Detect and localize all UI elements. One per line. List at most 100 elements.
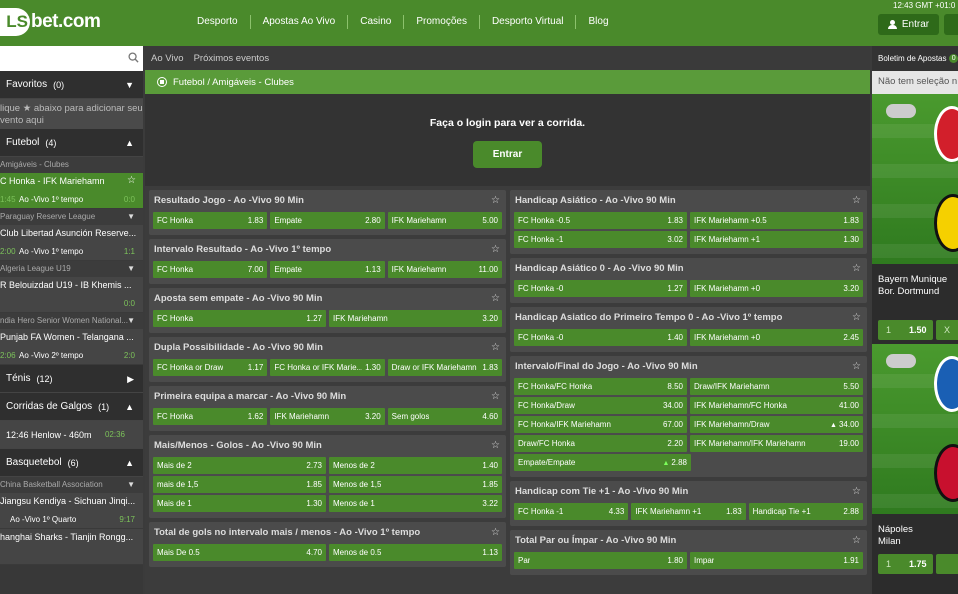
market-title[interactable]: Handicap Asiatico do Primeiro Tempo 0 - … bbox=[514, 307, 863, 329]
search-icon[interactable] bbox=[128, 52, 139, 63]
chevron-down-icon[interactable]: ▼ bbox=[125, 80, 134, 90]
chevron-right-icon[interactable]: ▶ bbox=[127, 374, 134, 385]
logo[interactable]: LS bet.com bbox=[0, 8, 101, 36]
nav-apostas-ao-vivo[interactable]: Apostas Ao Vivo bbox=[251, 15, 349, 29]
odd-button[interactable]: Mais De 0.5 4.70 bbox=[153, 544, 326, 561]
promo-odd-button[interactable]: 1 1.50 bbox=[878, 320, 933, 340]
star-icon[interactable]: ☆ bbox=[127, 175, 136, 186]
sidebar-sport-futebol[interactable]: Futebol (4) ▲ bbox=[0, 129, 143, 157]
market-title[interactable]: Handicap Asiático 0 - Ao -Vivo 90 Min bbox=[514, 258, 863, 280]
odd-button[interactable]: FC Honka 1.27 bbox=[153, 310, 326, 327]
market-title[interactable]: Handicap com Tie +1 - Ao -Vivo 90 Min bbox=[514, 481, 863, 503]
odd-button[interactable]: IFK Mariehamn/Draw ▲ 34.00 bbox=[690, 416, 863, 433]
odd-button[interactable]: FC Honka or IFK Marie... 1.30 bbox=[270, 359, 385, 376]
odd-button[interactable]: IFK Mariehamn +0 2.45 bbox=[690, 329, 863, 346]
sidebar-favorites-header[interactable]: Favoritos (0) ▼ bbox=[0, 71, 143, 99]
odd-button[interactable]: Menos de 2 1.40 bbox=[329, 457, 502, 474]
odd-button[interactable]: FC Honka -0 1.27 bbox=[514, 280, 687, 297]
tab-ao-vivo[interactable]: Ao Vivo bbox=[151, 53, 184, 64]
market-title[interactable]: Total de gols no intervalo mais / menos … bbox=[153, 522, 502, 544]
market-title[interactable]: Intervalo/Final do Jogo - Ao -Vivo 90 Mi… bbox=[514, 356, 863, 378]
market-title[interactable]: Intervalo Resultado - Ao -Vivo 1º tempo bbox=[153, 239, 502, 261]
nav-desporto-virtual[interactable]: Desporto Virtual bbox=[480, 15, 577, 29]
chevron-up-icon[interactable]: ▲ bbox=[125, 458, 134, 468]
odd-button[interactable]: Empate 2.80 bbox=[270, 212, 385, 229]
star-icon[interactable]: ☆ bbox=[852, 361, 861, 372]
nav-promocoes[interactable]: Promoções bbox=[404, 15, 480, 29]
greyhound-race[interactable]: 12:46 Henlow - 460m 02:36 bbox=[0, 421, 143, 449]
tab-proximos-eventos[interactable]: Próximos eventos bbox=[194, 53, 270, 64]
promo-odd-button[interactable]: X bbox=[936, 320, 958, 340]
odd-button[interactable]: FC Honka -1 3.02 bbox=[514, 231, 687, 248]
promo-odd-button[interactable]: 1 1.75 bbox=[878, 554, 933, 574]
market-title[interactable]: Aposta sem empate - Ao -Vivo 90 Min bbox=[153, 288, 502, 310]
sidebar-sport-basquetebol[interactable]: Basquetebol (6) ▲ bbox=[0, 449, 143, 477]
odd-button[interactable]: IFK Mariehamn +1 1.30 bbox=[690, 231, 863, 248]
odd-button[interactable]: FC Honka/Draw 34.00 bbox=[514, 397, 687, 414]
register-button[interactable] bbox=[944, 14, 958, 35]
market-title[interactable]: Total Par ou Ímpar - Ao -Vivo 90 Min bbox=[514, 530, 863, 552]
odd-button[interactable]: Draw/IFK Mariehamn 5.50 bbox=[690, 378, 863, 395]
sidebar-sport-tenis[interactable]: Ténis (12) ▶ bbox=[0, 365, 143, 393]
odd-button[interactable]: Draw or IFK Mariehamn 1.83 bbox=[387, 359, 502, 376]
market-title[interactable]: Dupla Possibilidade - Ao -Vivo 90 Min bbox=[153, 337, 502, 359]
star-icon[interactable]: ☆ bbox=[491, 527, 500, 538]
list-item[interactable]: Club Libertad Asunción Reserve... 2:00 A… bbox=[0, 225, 143, 261]
odd-button[interactable]: IFK Mariehamn/IFK Mariehamn 19.00 bbox=[690, 435, 863, 452]
odd-button[interactable]: IFK Mariehamn +0.5 1.83 bbox=[690, 212, 863, 229]
list-item[interactable]: R Belouizdad U19 - IB Khemis ... 0:0 bbox=[0, 277, 143, 313]
list-item[interactable]: hanghai Sharks - Tianjin Rongg... bbox=[0, 529, 143, 565]
odd-button[interactable]: FC Honka 7.00 bbox=[153, 261, 268, 278]
star-icon[interactable]: ☆ bbox=[852, 486, 861, 497]
chevron-up-icon[interactable]: ▲ bbox=[125, 138, 134, 148]
odd-button[interactable]: FC Honka -1 4.33 bbox=[514, 503, 629, 520]
odd-button[interactable]: Impar 1.91 bbox=[690, 552, 863, 569]
search-input[interactable] bbox=[0, 46, 143, 71]
market-title[interactable]: Primeira equipa a marcar - Ao -Vivo 90 M… bbox=[153, 386, 502, 408]
odd-button[interactable]: Menos de 0.5 1.13 bbox=[329, 544, 502, 561]
star-icon[interactable]: ☆ bbox=[852, 195, 861, 206]
odd-button[interactable]: IFK Mariehamn/FC Honka 41.00 bbox=[690, 397, 863, 414]
market-title[interactable]: Resultado Jogo - Ao -Vivo 90 Min bbox=[153, 190, 502, 212]
market-title[interactable]: Handicap Asiático - Ao -Vivo 90 Min bbox=[514, 190, 863, 212]
odd-button[interactable]: Menos de 1 3.22 bbox=[329, 495, 502, 512]
list-item[interactable]: Jiangsu Kendiya - Sichuan Jinqi... Ao -V… bbox=[0, 493, 143, 529]
odd-button[interactable]: IFK Mariehamn +0 3.20 bbox=[690, 280, 863, 297]
odd-button[interactable]: Menos de 1,5 1.85 bbox=[329, 476, 502, 493]
odd-button[interactable]: Par 1.80 bbox=[514, 552, 687, 569]
main-login-button[interactable]: Entrar bbox=[473, 141, 542, 168]
odd-button[interactable]: FC Honka/IFK Mariehamn 67.00 bbox=[514, 416, 687, 433]
nav-blog[interactable]: Blog bbox=[576, 15, 620, 29]
star-icon[interactable]: ☆ bbox=[491, 244, 500, 255]
star-icon[interactable]: ☆ bbox=[491, 293, 500, 304]
odd-button[interactable]: Mais de 1 1.30 bbox=[153, 495, 326, 512]
odd-button[interactable]: Empate/Empate ▲ 2.88 bbox=[514, 454, 691, 471]
nav-desporto[interactable]: Desporto bbox=[185, 15, 251, 29]
odd-button[interactable]: IFK Mariehamn 5.00 bbox=[387, 212, 502, 229]
nav-casino[interactable]: Casino bbox=[348, 15, 405, 29]
sidebar-sport-galgos[interactable]: Corridas de Galgos (1) ▲ bbox=[0, 393, 143, 421]
odd-button[interactable]: FC Honka/FC Honka 8.50 bbox=[514, 378, 687, 395]
star-icon[interactable]: ☆ bbox=[491, 195, 500, 206]
promo-card[interactable]: Nápoles Milan 1 1.75 bbox=[872, 344, 958, 594]
odd-button[interactable]: Empate 1.13 bbox=[270, 261, 385, 278]
odd-button[interactable]: mais de 1,5 1.85 bbox=[153, 476, 326, 493]
star-icon[interactable]: ☆ bbox=[491, 391, 500, 402]
odd-button[interactable]: FC Honka -0 1.40 bbox=[514, 329, 687, 346]
star-icon[interactable]: ☆ bbox=[491, 440, 500, 451]
promo-card[interactable]: Bayern Munique Bor. Dortmund 1 1.50 X bbox=[872, 94, 958, 344]
list-item[interactable]: Punjab FA Women - Telangana ... 2:06 Ao … bbox=[0, 329, 143, 365]
odd-button[interactable]: Handicap Tie +1 2.88 bbox=[748, 503, 863, 520]
market-title[interactable]: Mais/Menos - Golos - Ao -Vivo 90 Min bbox=[153, 435, 502, 457]
odd-button[interactable]: IFK Mariehamn +1 1.83 bbox=[631, 503, 746, 520]
odd-button[interactable]: Sem golos 4.60 bbox=[387, 408, 502, 425]
chevron-up-icon[interactable]: ▲ bbox=[125, 402, 134, 412]
odd-button[interactable]: IFK Mariehamn 11.00 bbox=[387, 261, 502, 278]
odd-button[interactable]: FC Honka or Draw 1.17 bbox=[153, 359, 268, 376]
odd-button[interactable]: Draw/FC Honka 2.20 bbox=[514, 435, 687, 452]
promo-odd-button[interactable] bbox=[936, 554, 958, 574]
star-icon[interactable]: ☆ bbox=[852, 535, 861, 546]
list-item[interactable]: C Honka - IFK Mariehamn ☆ 1:45 Ao -Vivo … bbox=[0, 173, 143, 209]
odd-button[interactable]: IFK Mariehamn 3.20 bbox=[270, 408, 385, 425]
star-icon[interactable]: ☆ bbox=[852, 263, 861, 274]
